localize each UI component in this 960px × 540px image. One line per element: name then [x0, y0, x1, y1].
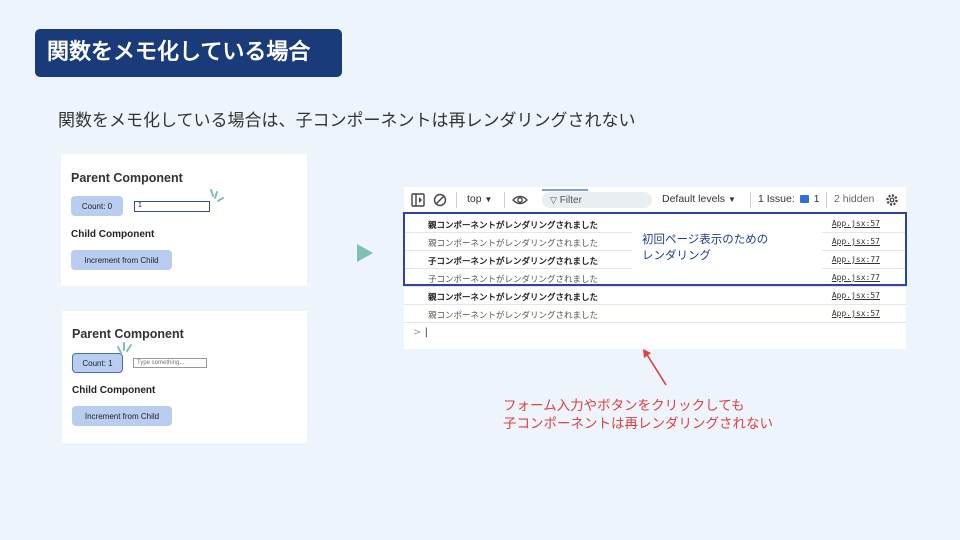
- clear-console-icon[interactable]: [433, 193, 447, 207]
- chevron-down-icon: ▼: [727, 195, 736, 204]
- sparkle-icon: [117, 342, 132, 354]
- sidebar-toggle-icon[interactable]: [411, 193, 425, 207]
- demo-card-initial: Parent Component Count: 0 1 Child Compon…: [61, 154, 307, 286]
- filter-placeholder: Filter: [559, 195, 582, 206]
- increment-from-child-button[interactable]: Increment from Child: [71, 250, 172, 270]
- initial-render-note: 初回ページ表示のための レンダリング: [632, 226, 822, 270]
- issues-label: 1 Issue:: [758, 193, 795, 205]
- log-source-link[interactable]: App.jsx:57: [832, 291, 880, 300]
- filter-input[interactable]: ▽ Filter: [542, 189, 652, 208]
- text-input[interactable]: 1: [134, 201, 210, 212]
- red-annotation-line: フォーム入力やボタンをクリックしても: [503, 398, 745, 414]
- issue-count: 1: [813, 193, 820, 205]
- child-component-heading: Child Component: [71, 229, 155, 240]
- eye-icon[interactable]: [512, 194, 528, 206]
- issues-indicator[interactable]: 1 Issue: 1: [758, 193, 819, 205]
- hidden-count: 2 hidden: [834, 193, 875, 205]
- log-entry: 親コンポーネントがレンダリングされました App.jsx:57: [404, 305, 906, 323]
- note-line: 初回ページ表示のための: [642, 232, 769, 246]
- issue-message-icon: [799, 195, 809, 204]
- sparkle-icon: [210, 189, 224, 202]
- play-arrow-icon: [357, 244, 373, 262]
- filter-icon: ▽: [550, 195, 557, 205]
- red-up-arrow-icon: [643, 349, 667, 386]
- slide-subtitle: 関数をメモ化している場合は、子コンポーネントは再レンダリングされない: [58, 111, 636, 131]
- context-selector[interactable]: top ▼: [467, 193, 492, 205]
- console-toolbar: top ▼ ▽ Filter Default levels ▼ 1 Issue:…: [404, 187, 906, 213]
- chevron-down-icon: ▼: [484, 195, 493, 204]
- increment-from-child-button[interactable]: Increment from Child: [72, 406, 172, 426]
- log-source-link[interactable]: App.jsx:57: [832, 309, 880, 318]
- slide-title: 関数をメモ化している場合: [35, 29, 342, 77]
- parent-component-heading: Parent Component: [71, 171, 183, 185]
- gear-icon[interactable]: [885, 193, 899, 207]
- log-entry: 親コンポーネントがレンダリングされました App.jsx:57: [404, 287, 906, 305]
- context-label: top: [467, 193, 482, 205]
- text-input[interactable]: Type something...: [133, 358, 207, 368]
- red-annotation: フォーム入力やボタンをクリックしても 子コンポーネントは再レンダリングされない: [503, 397, 773, 433]
- count-button[interactable]: Count: 0: [71, 196, 123, 216]
- log-levels-dropdown[interactable]: Default levels ▼: [662, 193, 736, 205]
- console-prompt[interactable]: > |: [413, 327, 428, 338]
- red-annotation-line: 子コンポーネントは再レンダリングされない: [503, 416, 773, 432]
- levels-label: Default levels: [662, 193, 726, 205]
- note-line: レンダリング: [642, 248, 711, 262]
- demo-card-after-interaction: Parent Component Count: 1 Type something…: [62, 311, 307, 443]
- child-component-heading: Child Component: [72, 385, 156, 396]
